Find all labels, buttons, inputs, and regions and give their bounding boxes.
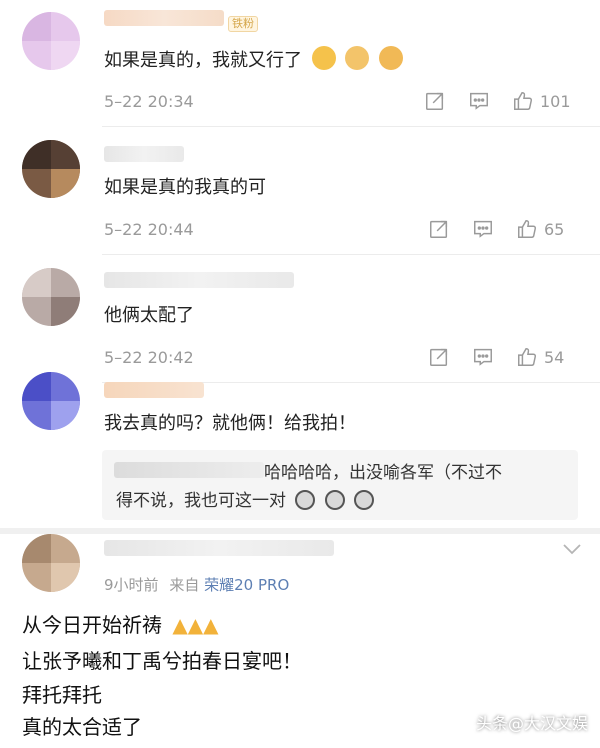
reply-button[interactable] [472, 346, 494, 368]
comment-actions: 54 [428, 346, 564, 368]
device-link[interactable]: 荣耀20 PRO [204, 576, 289, 594]
comment-actions: 101 [424, 90, 571, 112]
comment-divider [0, 528, 600, 534]
chevron-down-icon[interactable] [562, 542, 582, 556]
comment-time: 5–22 20:42 [104, 348, 194, 367]
avatar[interactable] [22, 140, 80, 198]
prayer-hands-icon: ▲▲▲ [172, 613, 219, 637]
reply-username-blurred[interactable] [114, 462, 264, 478]
dog-emoji-icon [311, 46, 336, 70]
avatar[interactable] [22, 372, 80, 430]
like-button[interactable]: 101 [512, 90, 571, 112]
comment-time: 5–22 20:34 [104, 92, 194, 111]
comment-text: 他俩太配了 [104, 305, 194, 326]
comment-icon [474, 220, 492, 238]
reply-text-line1: 哈哈哈哈，出没喻各军（不过不 [264, 463, 502, 483]
watermark: 头条@大汉文娱 [475, 714, 588, 733]
comment-icon [474, 348, 492, 366]
share-button[interactable] [424, 90, 446, 112]
share-button[interactable] [428, 218, 450, 240]
comment-divider [102, 126, 600, 127]
comment-time: 5–22 20:44 [104, 220, 194, 239]
username-blurred[interactable] [104, 540, 334, 556]
comment-meta: 9小时前 来自 荣耀20 PRO [104, 576, 290, 594]
panda-emoji-icon [354, 490, 375, 510]
like-count: 65 [544, 219, 565, 239]
share-icon [430, 220, 448, 238]
avatar[interactable] [22, 12, 80, 70]
comment-text-line: 拜托拜托 [22, 683, 102, 707]
share-icon [430, 348, 448, 366]
like-count: 54 [544, 347, 565, 367]
avatar[interactable] [22, 268, 80, 326]
like-button[interactable]: 65 [516, 218, 564, 240]
comment-text-line: 真的太合适了 [22, 715, 142, 739]
thumbs-up-icon [518, 220, 537, 238]
reply-text-line2: 得不说，我也可这一对 [116, 488, 375, 514]
thumbs-up-icon [518, 348, 537, 366]
thumbs-up-icon [514, 92, 533, 110]
avatar[interactable] [22, 534, 80, 592]
fan-badge: 铁粉 [228, 16, 258, 32]
comment-text: 我去真的吗？就他俩！给我拍！ [104, 413, 356, 434]
like-count: 101 [540, 91, 571, 111]
username-blurred[interactable] [104, 146, 184, 162]
username-blurred[interactable] [104, 272, 294, 288]
comment-text: 如果是真的我真的可 [104, 177, 266, 198]
reply-button[interactable] [472, 218, 494, 240]
comment-text: 如果是真的，我就又行了 [104, 46, 404, 73]
like-button[interactable]: 54 [516, 346, 564, 368]
reply-preview[interactable]: 哈哈哈哈，出没喻各军（不过不 得不说，我也可这一对 [102, 450, 578, 520]
dog-emoji-icon [379, 46, 404, 70]
username-blurred[interactable] [104, 10, 224, 26]
comment-icon [470, 92, 488, 110]
comment-text-line: 从今日开始祈祷 ▲▲▲ [22, 613, 219, 637]
share-icon [426, 92, 444, 110]
username-blurred[interactable] [104, 382, 204, 398]
panda-emoji-icon [295, 490, 316, 510]
comment-actions: 65 [428, 218, 564, 240]
dog-emoji-icon [345, 46, 370, 70]
panda-emoji-icon [324, 490, 345, 510]
comment-divider [102, 254, 600, 255]
reply-button[interactable] [468, 90, 490, 112]
comment-text-line: 让张予曦和丁禹兮拍春日宴吧！ [22, 649, 302, 673]
share-button[interactable] [428, 346, 450, 368]
